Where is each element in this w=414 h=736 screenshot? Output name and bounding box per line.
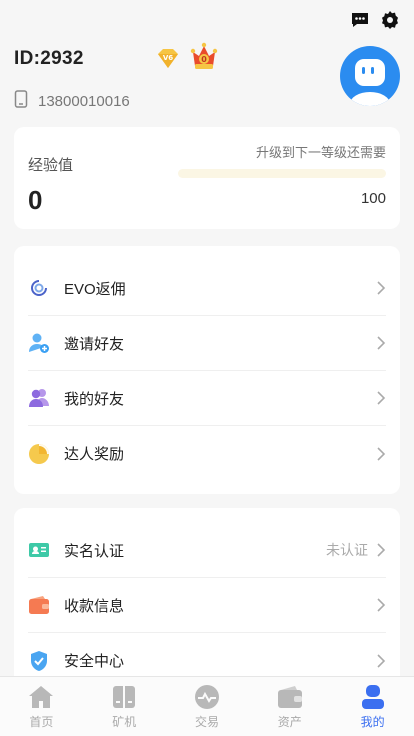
bottom-tab-bar: 首页 矿机 交易 资产 我的 [0,676,414,736]
message-icon[interactable] [350,10,370,30]
avatar[interactable] [340,46,400,106]
vip-level-text: V6 [163,54,173,62]
chevron-right-icon [376,598,386,612]
crown-badge-icon: 0 [190,42,218,72]
chevron-right-icon [376,391,386,405]
menu-item-real-name-verification[interactable]: 实名认证 未认证 [28,523,386,578]
menu-item-evo-rebate[interactable]: EVO返佣 [28,261,386,316]
experience-value: 0 [28,185,43,215]
asset-wallet-icon [277,684,303,710]
top-actions [350,10,400,30]
tab-label: 首页 [29,714,54,729]
user-id: ID:2932 [14,48,84,69]
menu-item-label: 收款信息 [64,597,125,615]
trade-icon [194,684,220,710]
settings-gear-icon[interactable] [380,10,400,30]
shield-icon [28,650,50,672]
menu-item-expert-reward[interactable]: 达人奖励 [28,426,386,481]
experience-max: 100 [360,190,386,207]
tab-label: 矿机 [112,714,137,729]
verification-status: 未认证 [326,542,368,558]
profile-icon [360,684,386,710]
wallet-icon [28,594,50,616]
id-card-icon [28,539,50,561]
menu-item-label: EVO返佣 [64,280,126,298]
menu-item-my-friends[interactable]: 我的好友 [28,371,386,426]
menu-item-payment-info[interactable]: 收款信息 [28,578,386,633]
tab-label: 资产 [277,714,302,729]
phone-number: 13800010016 [38,92,130,110]
phone-row: 13800010016 [14,90,130,112]
menu-group-2: 实名认证 未认证 收款信息 安全中心 [14,508,400,698]
chevron-right-icon [376,446,386,461]
chevron-right-icon [376,281,386,295]
menu-item-invite-friends[interactable]: 邀请好友 [28,316,386,371]
evo-icon [28,277,50,299]
menu-item-label: 实名认证 [64,542,125,560]
home-icon [28,684,54,710]
chevron-right-icon [376,543,386,557]
menu-item-label: 安全中心 [64,653,125,670]
profile-header: ID:2932 V6 0 13800010016 [14,40,400,120]
reward-pie-icon [28,443,50,465]
friends-icon [28,387,50,409]
tab-label: 交易 [194,714,219,729]
tab-label: 我的 [360,714,385,729]
tab-home[interactable]: 首页 [0,677,83,736]
invite-friend-icon [28,332,50,354]
tab-miner[interactable]: 矿机 [83,677,166,736]
menu-item-label: 我的好友 [64,390,125,408]
tab-trade[interactable]: 交易 [166,677,249,736]
tab-profile[interactable]: 我的 [331,677,414,736]
menu-item-label: 邀请好友 [64,335,125,353]
upgrade-tip: 升级到下一等级还需要 [255,145,386,160]
experience-card: 经验值 0 升级到下一等级还需要 100 [14,127,400,229]
crown-badge-text: 0 [201,55,207,64]
experience-progress-bar [178,169,386,178]
menu-item-label: 达人奖励 [64,446,125,463]
tab-assets[interactable]: 资产 [248,677,331,736]
vip-diamond-badge: V6 [156,48,180,70]
experience-label: 经验值 [28,157,74,174]
chevron-right-icon [376,336,386,350]
miner-icon [111,684,137,710]
menu-group-1: EVO返佣 邀请好友 我的好友 达人奖励 [14,246,400,494]
chevron-right-icon [376,653,386,668]
phone-icon [14,90,28,112]
